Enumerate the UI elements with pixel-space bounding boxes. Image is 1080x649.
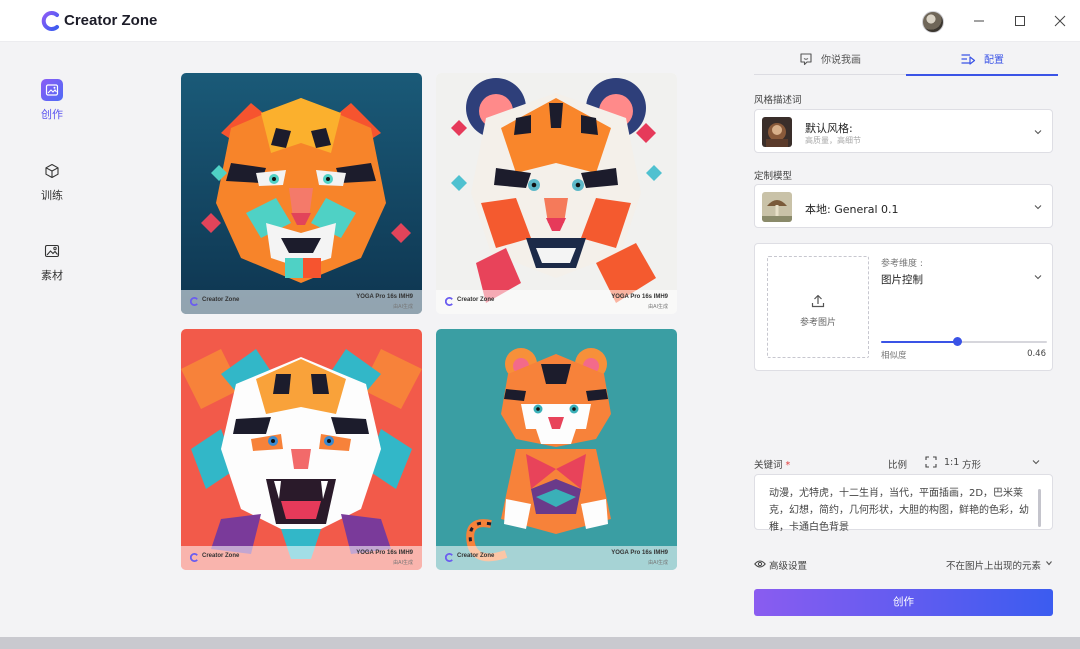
tab-label: 你说我画 xyxy=(821,55,861,66)
left-nav: 创作 训练 素材 xyxy=(0,42,104,637)
footer-brand: Creator Zone xyxy=(457,297,495,303)
footer-brand: Creator Zone xyxy=(202,297,240,303)
tiger-artwork xyxy=(181,73,422,314)
image-gallery: Creator Zone YOGA Pro 16s IMH9 由AI生成 Cre… xyxy=(181,73,677,570)
upload-icon xyxy=(811,294,825,308)
similarity-value: 0.46 xyxy=(1027,349,1046,359)
slider-handle[interactable] xyxy=(953,337,963,346)
model-thumbnail xyxy=(762,192,792,222)
create-button[interactable]: 创作 xyxy=(754,589,1053,616)
slider-fill xyxy=(881,341,958,343)
nav-label-create: 创作 xyxy=(41,108,63,121)
tiger-artwork xyxy=(436,329,677,570)
chevron-down-icon[interactable] xyxy=(1030,456,1042,468)
reference-image-upload[interactable]: 参考图片 xyxy=(767,256,869,358)
model-select[interactable]: 本地: General 0.1 xyxy=(754,184,1053,228)
chevron-down-icon[interactable] xyxy=(1032,271,1044,283)
ratio-label: 比例 xyxy=(888,460,908,471)
chat-draw-icon xyxy=(799,52,813,66)
creator-zone-logo xyxy=(41,11,59,31)
gallery-icon xyxy=(41,240,63,262)
maximize-icon xyxy=(1015,16,1025,26)
chevron-down-icon xyxy=(1034,205,1042,210)
panel-tabs: 你说我画 配置 xyxy=(754,42,1058,76)
required-mark: * xyxy=(785,460,791,471)
style-value: 默认风格: xyxy=(805,122,853,135)
config-icon xyxy=(960,52,976,66)
gallery-image-4[interactable]: Creator Zone YOGA Pro 16s IMH9 由AI生成 xyxy=(436,329,677,570)
reference-panel: 参考图片 参考维度 : 图片控制 相似度 0.46 xyxy=(754,243,1053,371)
style-select[interactable]: 默认风格: 高质量，高细节 xyxy=(754,109,1053,153)
nav-item-materials[interactable]: 素材 xyxy=(28,240,76,296)
style-thumbnail xyxy=(762,117,792,147)
negative-elements-toggle[interactable]: 不在图片上出现的元素 xyxy=(946,558,1041,572)
model-value: 本地: General 0.1 xyxy=(805,203,899,216)
tiger-artwork xyxy=(436,73,677,314)
image-footer: Creator Zone YOGA Pro 16s IMH9 由AI生成 xyxy=(436,290,677,314)
settings-panel: 你说我画 配置 风格描述词 默认风格: 高质量，高细节 定制模型 本地: Gen… xyxy=(754,42,1058,637)
eye-icon xyxy=(754,560,766,568)
upload-label: 参考图片 xyxy=(799,318,836,328)
footer-caption: 由AI生成 xyxy=(648,560,668,566)
keywords-text: 动漫，尤特虎，十二生肖，当代，平面插画，2D，巴米莱克，幻想，简约，几何形状，大… xyxy=(769,488,1029,533)
close-icon xyxy=(1054,15,1066,27)
minimize-icon xyxy=(974,20,984,22)
app-title: Creator Zone xyxy=(64,12,158,29)
creator-zone-logo xyxy=(190,297,198,306)
horizontal-scrollbar[interactable] xyxy=(0,637,1080,649)
gallery-image-1[interactable]: Creator Zone YOGA Pro 16s IMH9 由AI生成 xyxy=(181,73,422,314)
title-bar: Creator Zone xyxy=(0,0,1080,42)
image-footer: Creator Zone YOGA Pro 16s IMH9 由AI生成 xyxy=(181,546,422,570)
footer-brand: Creator Zone xyxy=(457,553,495,559)
footer-brand: Creator Zone xyxy=(202,553,240,559)
cube-icon xyxy=(41,160,63,182)
style-subtitle: 高质量，高细节 xyxy=(805,136,861,145)
dimension-select[interactable]: 图片控制 xyxy=(881,272,923,287)
nav-label-materials: 素材 xyxy=(41,269,63,282)
chevron-down-icon xyxy=(1034,130,1042,135)
similarity-label: 相似度 xyxy=(881,351,907,361)
chevron-down-icon[interactable] xyxy=(1044,558,1054,568)
close-button[interactable] xyxy=(1051,12,1069,30)
create-image-icon xyxy=(41,79,63,101)
ratio-value[interactable]: 1:1 xyxy=(944,457,959,468)
creator-zone-logo xyxy=(190,553,198,562)
avatar[interactable] xyxy=(922,11,944,33)
scrollbar[interactable] xyxy=(1038,489,1041,527)
gallery-image-2[interactable]: Creator Zone YOGA Pro 16s IMH9 由AI生成 xyxy=(436,73,677,314)
nav-item-train[interactable]: 训练 xyxy=(28,160,76,216)
minimize-button[interactable] xyxy=(970,12,988,30)
creator-zone-logo xyxy=(445,553,453,562)
tab-label: 配置 xyxy=(984,55,1004,66)
keywords-label: 关键词 * xyxy=(754,457,790,471)
style-label: 风格描述词 xyxy=(754,95,802,106)
keywords-textarea[interactable]: 动漫，尤特虎，十二生肖，当代，平面插画，2D，巴米莱克，幻想，简约，几何形状，大… xyxy=(754,474,1053,533)
image-footer: Creator Zone YOGA Pro 16s IMH9 由AI生成 xyxy=(436,546,677,570)
tab-config[interactable]: 配置 xyxy=(906,42,1058,76)
tab-chat-draw[interactable]: 你说我画 xyxy=(754,42,906,75)
footer-device: YOGA Pro 16s IMH9 xyxy=(611,294,668,300)
model-label: 定制模型 xyxy=(754,171,793,182)
tiger-artwork xyxy=(181,329,422,570)
maximize-button[interactable] xyxy=(1011,12,1029,30)
gallery-image-3[interactable]: Creator Zone YOGA Pro 16s IMH9 由AI生成 xyxy=(181,329,422,570)
ratio-shape[interactable]: 方形 xyxy=(962,457,981,471)
footer-caption: 由AI生成 xyxy=(393,560,413,566)
advanced-settings[interactable]: 高级设置 xyxy=(769,558,807,572)
creator-zone-logo xyxy=(445,297,453,306)
dimension-label: 参考维度 : xyxy=(881,259,923,269)
footer-caption: 由AI生成 xyxy=(393,304,413,310)
nav-item-create[interactable]: 创作 xyxy=(28,79,76,135)
footer-device: YOGA Pro 16s IMH9 xyxy=(611,550,668,556)
similarity-slider[interactable] xyxy=(881,337,1047,347)
footer-caption: 由AI生成 xyxy=(648,304,668,310)
nav-label-train: 训练 xyxy=(41,189,63,202)
keywords-label-text: 关键词 xyxy=(754,460,783,471)
footer-device: YOGA Pro 16s IMH9 xyxy=(356,550,413,556)
footer-device: YOGA Pro 16s IMH9 xyxy=(356,294,413,300)
image-footer: Creator Zone YOGA Pro 16s IMH9 由AI生成 xyxy=(181,290,422,314)
aspect-ratio-icon xyxy=(925,456,937,468)
